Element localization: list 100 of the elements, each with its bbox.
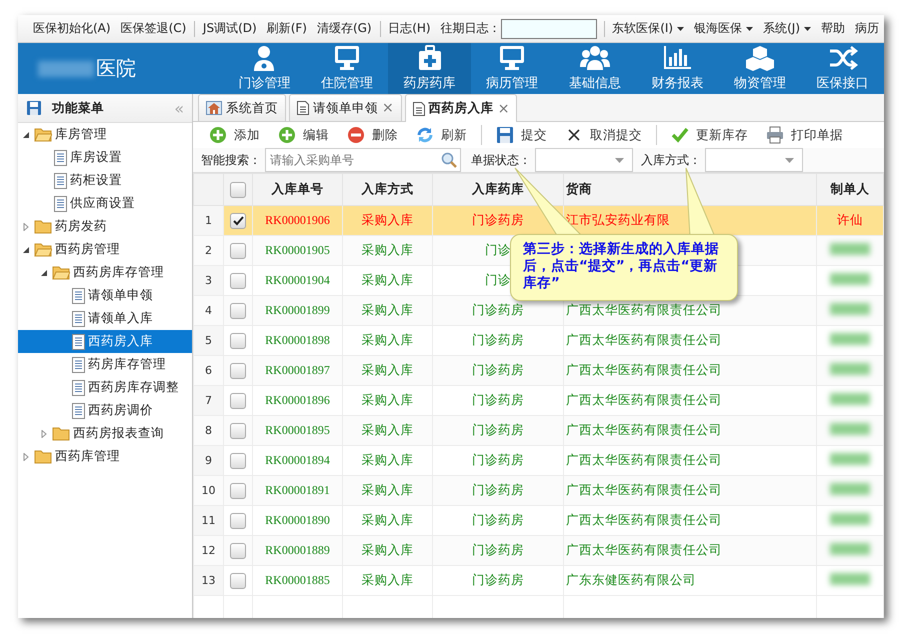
nav-tab[interactable]: 财务报表 <box>636 43 719 94</box>
table-row[interactable]: 10 RK00001891 采购入库 门诊药房 广西太华医药有限责任公司 <box>194 476 884 506</box>
tree-item[interactable]: 供应商设置 <box>18 192 192 215</box>
tab[interactable]: 系统首页 <box>198 94 286 121</box>
menu-item[interactable]: 病历 <box>850 20 884 37</box>
log-date-field[interactable] <box>500 18 597 38</box>
row-checkbox[interactable] <box>230 392 246 409</box>
toolbar-button[interactable]: 删除 <box>339 122 406 148</box>
row-checkbox[interactable] <box>230 512 246 529</box>
refresh-icon <box>416 126 434 144</box>
nav-tab[interactable]: 物资管理 <box>718 43 802 94</box>
tree-item[interactable]: 西药房报表查询 <box>18 422 192 445</box>
table-cell: RK00001885 <box>265 573 330 587</box>
row-number: 11 <box>202 514 216 527</box>
tree-item[interactable]: 请领单申领 <box>18 284 192 307</box>
table-row[interactable]: 4 RK00001899 采购入库 门诊药房 广西太华医药有限责任公司 <box>194 296 884 326</box>
close-button[interactable]: × <box>498 100 510 116</box>
document-icon <box>72 380 85 396</box>
nav-tab[interactable]: 医保接口 <box>801 43 884 94</box>
select-all-checkbox[interactable] <box>230 182 246 198</box>
nav-tab[interactable]: 住院管理 <box>306 43 388 94</box>
menu-item[interactable]: JS调试(D) <box>198 20 262 37</box>
menu-item[interactable]: 东软医保(I) <box>607 20 690 37</box>
row-checkbox[interactable] <box>230 302 246 319</box>
table-cell: RK00001899 <box>265 303 330 317</box>
row-checkbox[interactable] <box>230 242 246 259</box>
tree-item[interactable]: 请领单入库 <box>18 307 192 330</box>
table-row[interactable]: 6 RK00001897 采购入库 门诊药房 广西太华医药有限责任公司 <box>194 356 884 386</box>
toolbar-button[interactable]: 刷新 <box>408 122 475 148</box>
menu-item[interactable]: 刷新(F) <box>262 20 312 37</box>
table-cell: 门诊药房 <box>472 332 524 347</box>
shuffle-icon <box>828 45 858 71</box>
tree-item[interactable]: 西药房库存调整 <box>18 376 192 399</box>
tab[interactable]: 请领单申领 × <box>289 94 402 121</box>
blurred-text <box>830 543 870 555</box>
table-cell: 采购入库 <box>362 272 414 287</box>
row-number: 13 <box>202 574 216 587</box>
row-checkbox[interactable] <box>230 542 246 559</box>
tree-item[interactable]: 西药房入库 <box>18 330 192 353</box>
row-checkbox[interactable] <box>230 482 246 499</box>
tree-item[interactable]: 药房发药 <box>18 215 192 238</box>
menu-item[interactable]: 系统(J) <box>758 20 816 37</box>
menu-item[interactable]: 日志(H) <box>383 20 436 37</box>
menu-item[interactable]: 清缓存(G) <box>312 20 377 37</box>
toolbar-button[interactable]: 提交 <box>488 122 555 148</box>
column-header[interactable]: 货商 <box>566 181 592 196</box>
row-checkbox[interactable] <box>230 272 246 289</box>
expanded-triangle-icon[interactable] <box>22 130 30 138</box>
collapsed-triangle-icon[interactable] <box>22 222 30 230</box>
toolbar-button[interactable]: 更新库存 <box>663 122 756 148</box>
status-dropdown[interactable] <box>535 148 633 172</box>
tree-item[interactable]: 西药库管理 <box>18 445 192 468</box>
tree-item[interactable]: 西药房调价 <box>18 399 192 422</box>
menu-item[interactable]: 银海医保 <box>689 20 758 37</box>
tree-item[interactable]: 库房设置 <box>18 146 192 169</box>
search-field[interactable]: 请输入采购单号 <box>265 148 461 172</box>
row-number: 4 <box>205 304 212 317</box>
row-checkbox[interactable] <box>230 332 246 349</box>
menu-item[interactable]: 医保初始化(A) <box>28 20 116 37</box>
row-checkbox[interactable] <box>230 572 246 589</box>
method-dropdown[interactable] <box>705 148 803 172</box>
tree-item[interactable]: 西药房库存管理 <box>18 261 192 284</box>
column-header[interactable]: 入库药库 <box>472 181 524 196</box>
row-checkbox[interactable] <box>230 362 246 379</box>
tab[interactable]: 西药房入库 × <box>404 94 518 122</box>
expanded-triangle-icon[interactable] <box>22 246 30 254</box>
table-cell: RK00001905 <box>265 243 330 257</box>
close-button[interactable]: × <box>382 100 394 116</box>
minus-icon <box>347 126 365 144</box>
table-row[interactable]: 13 RK00001885 采购入库 门诊药房 广东东健医药有限公司 <box>194 566 884 596</box>
blurred-text <box>38 60 94 76</box>
row-checkbox[interactable] <box>230 212 246 229</box>
tree-item[interactable]: 库房管理 <box>18 123 192 146</box>
table-row[interactable]: 8 RK00001895 采购入库 门诊药房 广西太华医药有限责任公司 <box>194 416 884 446</box>
collapsed-triangle-icon[interactable] <box>22 452 30 460</box>
collapsed-triangle-icon[interactable] <box>40 430 48 438</box>
blurred-text <box>830 333 870 345</box>
toolbar-button[interactable]: 打印单据 <box>758 122 851 148</box>
row-checkbox[interactable] <box>230 452 246 469</box>
nav-tab[interactable]: 病历管理 <box>470 43 554 94</box>
row-checkbox[interactable] <box>230 422 246 439</box>
menu-item[interactable]: 帮助 <box>816 20 850 37</box>
folder-icon <box>34 449 52 464</box>
toolbar-button[interactable]: 添加 <box>201 122 268 148</box>
table-cell: 广西太华医药有限责任公司 <box>566 512 722 527</box>
table-row[interactable]: 12 RK00001889 采购入库 门诊药房 广西太华医药有限责任公司 <box>194 536 884 566</box>
tree-item[interactable]: 药柜设置 <box>18 169 192 192</box>
nav-tab[interactable]: 基础信息 <box>553 43 636 94</box>
expanded-triangle-icon[interactable] <box>40 268 48 276</box>
row-number: 5 <box>205 334 212 347</box>
row-number: 1 <box>205 214 212 227</box>
table-cell: 采购入库 <box>362 242 414 257</box>
menu-item[interactable]: 医保签退(C) <box>116 20 192 37</box>
nav-tab[interactable]: 药房药库 <box>388 43 471 94</box>
toolbar-button[interactable]: 取消提交 <box>557 122 650 148</box>
tree-item[interactable]: 药房库存管理 <box>18 353 192 376</box>
document-icon <box>72 334 85 350</box>
toolbar-button[interactable]: 编辑 <box>270 122 337 148</box>
tree-item[interactable]: 西药房管理 <box>18 238 192 261</box>
nav-tab[interactable]: 门诊管理 <box>222 43 306 94</box>
